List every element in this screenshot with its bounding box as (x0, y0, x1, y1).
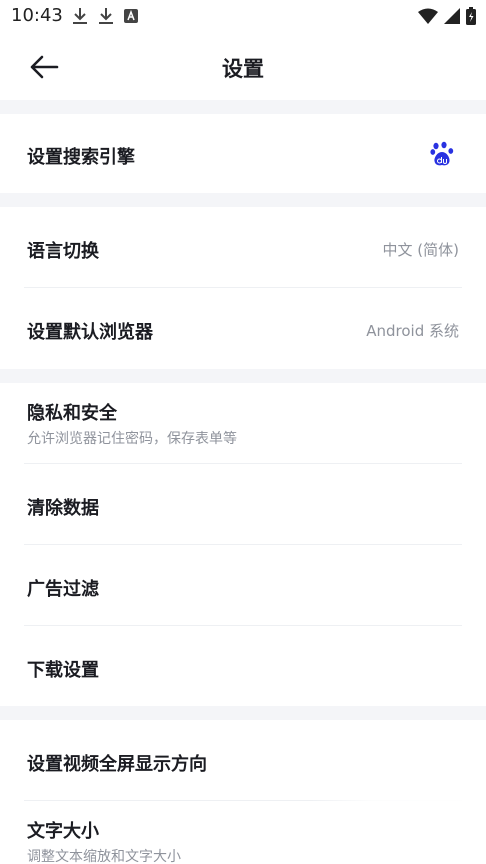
default-browser-value: Android 系统 (366, 322, 459, 340)
privacy-subtitle: 允许浏览器记住密码，保存表单等 (27, 431, 237, 447)
status-system-icons (418, 7, 476, 25)
video-orientation-label: 设置视频全屏显示方向 (27, 754, 207, 775)
text-size-subtitle: 调整文本缩放和文字大小 (27, 849, 181, 864)
default-browser-label: 设置默认浏览器 (27, 322, 153, 343)
page-title: 设置 (222, 57, 264, 81)
status-bar: 10:43 (0, 0, 486, 34)
status-notification-icons (72, 7, 138, 25)
a-box-icon (124, 9, 138, 23)
clear-data-label: 清除数据 (27, 498, 99, 519)
download-icon (99, 8, 113, 24)
default-browser-row[interactable]: 设置默认浏览器 Android 系统 (0, 288, 486, 369)
ad-filter-row[interactable]: 广告过滤 (0, 545, 486, 625)
ad-filter-label: 广告过滤 (27, 579, 99, 600)
battery-icon (466, 7, 476, 25)
clear-data-row[interactable]: 清除数据 (0, 464, 486, 544)
download-settings-row[interactable]: 下载设置 (0, 626, 486, 706)
download-icon (73, 8, 87, 24)
language-row[interactable]: 语言切换 中文 (简体) (0, 207, 486, 287)
general-card: 语言切换 中文 (简体) 设置默认浏览器 Android 系统 (0, 207, 486, 369)
privacy-row[interactable]: 隐私和安全 允许浏览器记住密码，保存表单等 (0, 383, 486, 463)
app-header: 设置 (0, 34, 486, 100)
search-engine-label: 设置搜索引擎 (27, 147, 135, 168)
signal-icon (444, 8, 460, 24)
text-size-label: 文字大小 (27, 821, 99, 842)
watermark-overlay (310, 740, 486, 864)
baidu-paw-icon (430, 141, 454, 166)
language-label: 语言切换 (27, 241, 99, 262)
search-engine-card: 设置搜索引擎 (0, 114, 486, 193)
download-settings-label: 下载设置 (27, 660, 99, 681)
wifi-icon (418, 8, 438, 24)
privacy-card: 隐私和安全 允许浏览器记住密码，保存表单等 清除数据 广告过滤 下载设置 (0, 383, 486, 706)
status-time: 10:43 (11, 5, 63, 26)
privacy-label: 隐私和安全 (27, 403, 117, 424)
search-engine-row[interactable]: 设置搜索引擎 (0, 114, 486, 193)
language-value: 中文 (简体) (382, 241, 459, 259)
